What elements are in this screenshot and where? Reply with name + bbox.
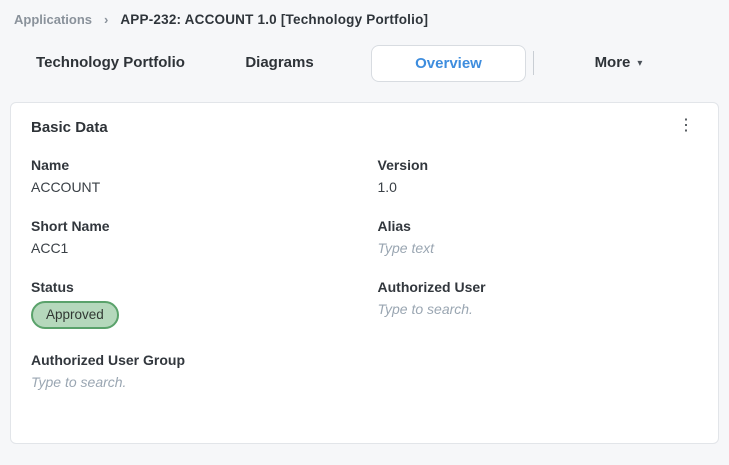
authorized-user-group-search-input[interactable]: Type to search. bbox=[31, 374, 352, 390]
chevron-right-icon: › bbox=[104, 12, 108, 27]
field-grid: Name ACCOUNT Version 1.0 Short Name ACC1… bbox=[31, 157, 698, 390]
tab-diagrams[interactable]: Diagrams bbox=[245, 54, 313, 71]
field-name: Name ACCOUNT bbox=[31, 157, 352, 195]
short-name-value[interactable]: ACC1 bbox=[31, 240, 352, 256]
tab-bar: Technology Portfolio Diagrams Overview M… bbox=[0, 44, 729, 82]
caret-down-icon: ▾ bbox=[637, 58, 642, 69]
authorized-user-search-input[interactable]: Type to search. bbox=[378, 301, 699, 317]
card-title: Basic Data bbox=[31, 119, 698, 136]
field-label: Short Name bbox=[31, 218, 352, 234]
more-menu-label: More bbox=[595, 54, 631, 71]
field-label: Name bbox=[31, 157, 352, 173]
field-label: Status bbox=[31, 279, 352, 295]
breadcrumb: Applications › APP-232: ACCOUNT 1.0 [Tec… bbox=[0, 0, 729, 27]
field-label: Authorized User bbox=[378, 279, 699, 295]
field-authorized-user-group: Authorized User Group Type to search. bbox=[31, 352, 352, 390]
tab-overview-active[interactable]: Overview bbox=[371, 45, 526, 82]
field-status: Status Approved bbox=[31, 279, 352, 329]
status-badge[interactable]: Approved bbox=[31, 301, 119, 329]
kebab-menu-icon[interactable]: ⋮ bbox=[674, 116, 698, 136]
breadcrumb-link-applications[interactable]: Applications bbox=[14, 12, 92, 27]
more-menu-button[interactable]: More ▾ bbox=[595, 54, 643, 71]
field-authorized-user: Authorized User Type to search. bbox=[378, 279, 699, 329]
alias-input[interactable]: Type text bbox=[378, 240, 699, 256]
version-value[interactable]: 1.0 bbox=[378, 179, 699, 195]
basic-data-card: Basic Data ⋮ Name ACCOUNT Version 1.0 Sh… bbox=[10, 102, 719, 444]
breadcrumb-current-factsheet: APP-232: ACCOUNT 1.0 [Technology Portfol… bbox=[120, 12, 428, 27]
tab-technology-portfolio[interactable]: Technology Portfolio bbox=[36, 54, 185, 71]
field-label: Alias bbox=[378, 218, 699, 234]
name-value[interactable]: ACCOUNT bbox=[31, 179, 352, 195]
field-version: Version 1.0 bbox=[378, 157, 699, 195]
field-short-name: Short Name ACC1 bbox=[31, 218, 352, 256]
field-alias: Alias Type text bbox=[378, 218, 699, 256]
field-label: Version bbox=[378, 157, 699, 173]
field-label: Authorized User Group bbox=[31, 352, 352, 368]
